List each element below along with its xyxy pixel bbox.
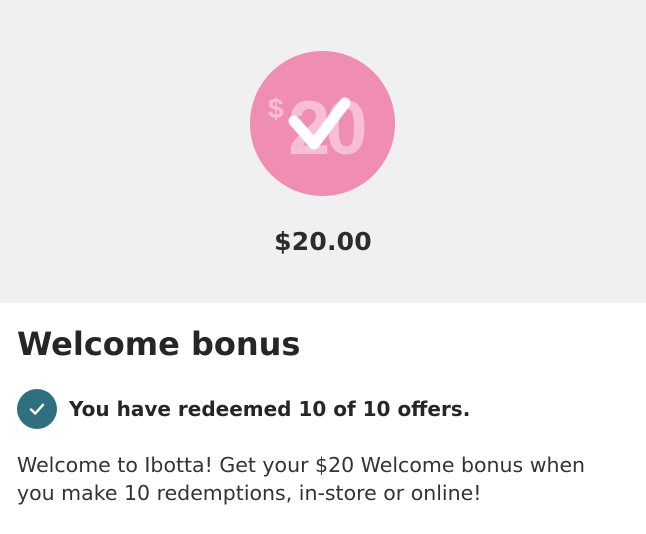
redemption-status-text: You have redeemed 10 of 10 offers. [69,397,471,421]
badge-dollar-sign: $ [268,93,284,124]
bonus-hero: $ 20 $20.00 [0,0,646,303]
check-circle-icon [17,389,57,429]
redemption-status: You have redeemed 10 of 10 offers. [17,389,470,429]
bonus-description: Welcome to Ibotta! Get your $20 Welcome … [17,453,586,505]
dollar-badge-check-icon: $ 20 [250,51,395,196]
page-title: Welcome bonus [17,325,301,363]
bonus-amount: $20.00 [274,227,372,256]
bonus-detail-page: $ 20 $20.00 Welcome bonus You have redee… [0,0,646,534]
